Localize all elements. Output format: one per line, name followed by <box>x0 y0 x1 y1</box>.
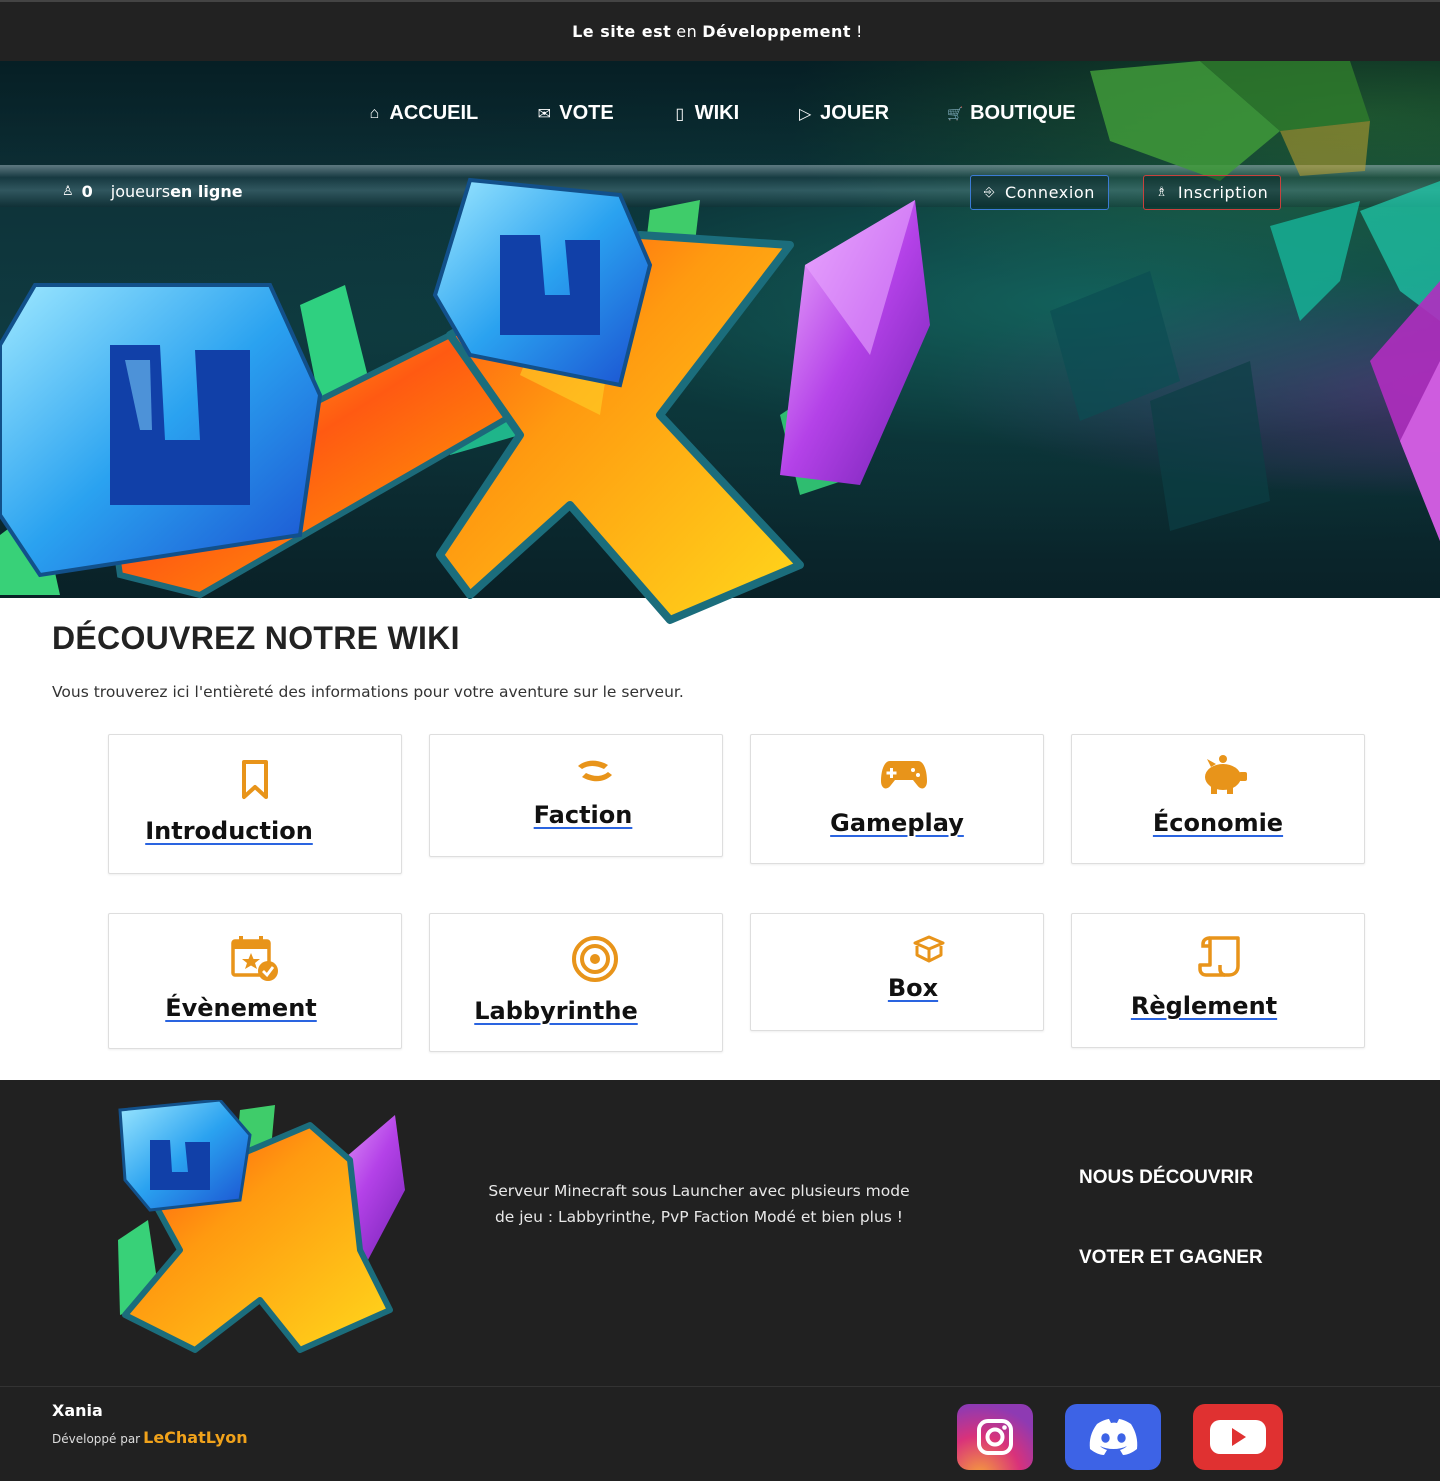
box-icon <box>913 935 945 963</box>
main-nav: ⌂ ACCUEIL ✉ VOTE ▯ WIKI ▷ JOUER 🛒 BOUTIQ… <box>0 61 1440 166</box>
footer-logo <box>118 1100 405 1353</box>
youtube-icon <box>1210 1420 1266 1454</box>
wiki-card-economie[interactable]: Économie <box>1071 734 1365 864</box>
register-button[interactable]: ♗ Inscription <box>1143 175 1281 210</box>
cart-icon: 🛒 <box>946 105 964 121</box>
nav-label-accueil: ACCUEIL <box>389 102 479 124</box>
wiki-card-reglement[interactable]: Règlement <box>1071 913 1365 1048</box>
scroll-icon <box>1198 936 1240 977</box>
wiki-card-label: Règlement <box>1130 992 1278 1020</box>
nav-item-jouer[interactable]: ▷ JOUER <box>795 102 889 125</box>
wiki-card-box[interactable]: Box <box>750 913 1044 1031</box>
developer-prefix: Développé par <box>52 1432 141 1446</box>
youtube-button[interactable] <box>1193 1404 1283 1470</box>
announcement-prefix: Le site est <box>572 22 672 41</box>
page-title: DÉCOUVREZ NOTRE WIKI <box>52 620 460 656</box>
wiki-card-label: Économie <box>1152 809 1284 837</box>
nav-item-vote[interactable]: ✉ VOTE <box>534 102 614 125</box>
announcement-bar: Le site est en Développement ! <box>0 0 1440 61</box>
footer-description: Serveur Minecraft sous Launcher avec plu… <box>488 1182 910 1226</box>
home-icon: ⌂ <box>369 104 380 122</box>
announcement-suffix: ! <box>856 22 863 41</box>
nav-label-boutique: BOUTIQUE <box>970 102 1076 124</box>
developer-credit: Développé par LeChatLyon <box>52 1428 248 1447</box>
wiki-card-label: Évènement <box>165 994 317 1022</box>
wiki-card-label: Box <box>887 974 939 1002</box>
login-label: Connexion <box>1004 183 1096 202</box>
calendar-star-icon <box>231 936 278 981</box>
register-label: Inscription <box>1177 183 1269 202</box>
login-button[interactable]: ⎆ Connexion <box>970 175 1109 210</box>
announcement-middle: en <box>676 22 698 41</box>
nav-item-boutique[interactable]: 🛒 BOUTIQUE <box>945 102 1076 125</box>
footer-divider <box>0 1386 1440 1387</box>
login-icon: ⎆ <box>983 185 995 200</box>
wiki-card-label: Labbyrinthe <box>474 997 638 1025</box>
handshake-icon <box>578 760 612 782</box>
discord-icon <box>1089 1419 1138 1455</box>
instagram-button[interactable] <box>957 1404 1033 1470</box>
gamepad-icon <box>881 761 927 789</box>
page-subtitle: Vous trouverez ici l'entièreté des infor… <box>52 683 684 701</box>
wiki-card-labbyrinthe[interactable]: Labbyrinthe <box>429 913 723 1052</box>
play-icon: ▷ <box>799 105 812 123</box>
wiki-card-introduction[interactable]: Introduction <box>108 734 402 874</box>
wiki-card-label: Introduction <box>145 817 313 845</box>
discord-button[interactable] <box>1065 1404 1161 1470</box>
wiki-card-label: Faction <box>533 801 633 829</box>
wiki-card-evenement[interactable]: Évènement <box>108 913 402 1049</box>
envelope-icon: ✉ <box>537 105 551 123</box>
instagram-icon <box>977 1419 1013 1455</box>
brand-name: Xania <box>52 1401 103 1420</box>
bookmark-icon <box>242 760 268 799</box>
add-user-icon: ♗ <box>1155 185 1168 200</box>
piggy-bank-icon <box>1205 755 1247 794</box>
wiki-card-gameplay[interactable]: Gameplay <box>750 734 1044 864</box>
nav-item-wiki[interactable]: ▯ WIKI <box>670 102 739 125</box>
page-icon: ▯ <box>675 105 685 123</box>
target-icon <box>572 936 618 982</box>
wiki-card-faction[interactable]: Faction <box>429 734 723 857</box>
hero-logo <box>0 177 930 624</box>
footer-link-decouvrir[interactable]: NOUS DÉCOUVRIR <box>1079 1167 1253 1189</box>
nav-label-jouer: JOUER <box>820 102 890 124</box>
nav-item-accueil[interactable]: ⌂ ACCUEIL <box>364 102 479 125</box>
developer-link[interactable]: LeChatLyon <box>143 1428 248 1447</box>
announcement-emphasis: Développement <box>702 22 851 41</box>
wiki-card-label: Gameplay <box>830 809 964 837</box>
nav-label-wiki: WIKI <box>694 102 740 124</box>
footer-link-voter[interactable]: VOTER ET GAGNER <box>1079 1247 1263 1269</box>
nav-label-vote: VOTE <box>559 102 614 124</box>
